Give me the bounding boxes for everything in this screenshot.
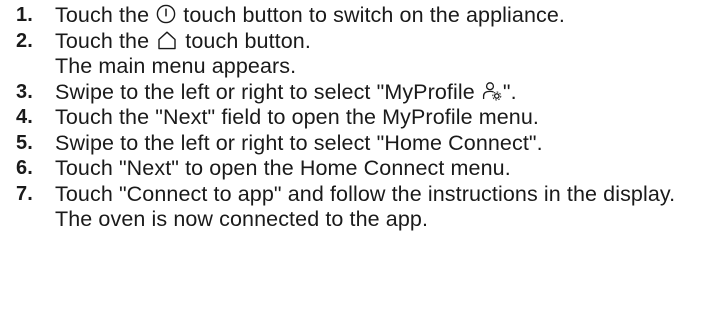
- step-text: Touch the touch button to switch on the …: [55, 3, 565, 27]
- step-text: Touch the touch button.: [55, 28, 311, 53]
- step-number: 3.: [16, 80, 33, 103]
- power-icon: [156, 4, 176, 24]
- step-7: 7. Touch "Connect to app" and follow the…: [16, 182, 704, 233]
- instruction-document: 1. Touch the touch button to switch on t…: [0, 0, 704, 326]
- step-number: 2.: [16, 29, 33, 52]
- instruction-steps-list: 1. Touch the touch button to switch on t…: [16, 3, 704, 233]
- step-text: Touch the "Next" field to open the MyPro…: [55, 105, 539, 129]
- step-number: 5.: [16, 131, 33, 154]
- step-3: 3. Swipe to the left or right to select …: [16, 80, 704, 106]
- step-text: Swipe to the left or right to select "My…: [55, 79, 517, 104]
- step-1: 1. Touch the touch button to switch on t…: [16, 3, 704, 29]
- step-4: 4. Touch the "Next" field to open the My…: [16, 105, 704, 131]
- step-result: The oven is now connected to the app.: [55, 207, 429, 231]
- step-number: 1.: [16, 4, 33, 26]
- step-2: 2. Touch the touch button. The main menu…: [16, 29, 704, 80]
- profile-settings-icon: [482, 81, 502, 101]
- step-5: 5. Swipe to the left or right to select …: [16, 131, 704, 157]
- step-text: Touch "Connect to app" and follow the in…: [55, 181, 676, 206]
- home-icon: [156, 30, 178, 50]
- step-text: Touch "Next" to open the Home Connect me…: [55, 156, 511, 180]
- step-6: 6. Touch "Next" to open the Home Connect…: [16, 156, 704, 182]
- step-number: 7.: [16, 182, 33, 205]
- step-number: 4.: [16, 106, 33, 128]
- step-text: Swipe to the left or right to select "Ho…: [55, 130, 543, 155]
- step-result: The main menu appears.: [55, 54, 297, 78]
- step-number: 6.: [16, 157, 33, 179]
